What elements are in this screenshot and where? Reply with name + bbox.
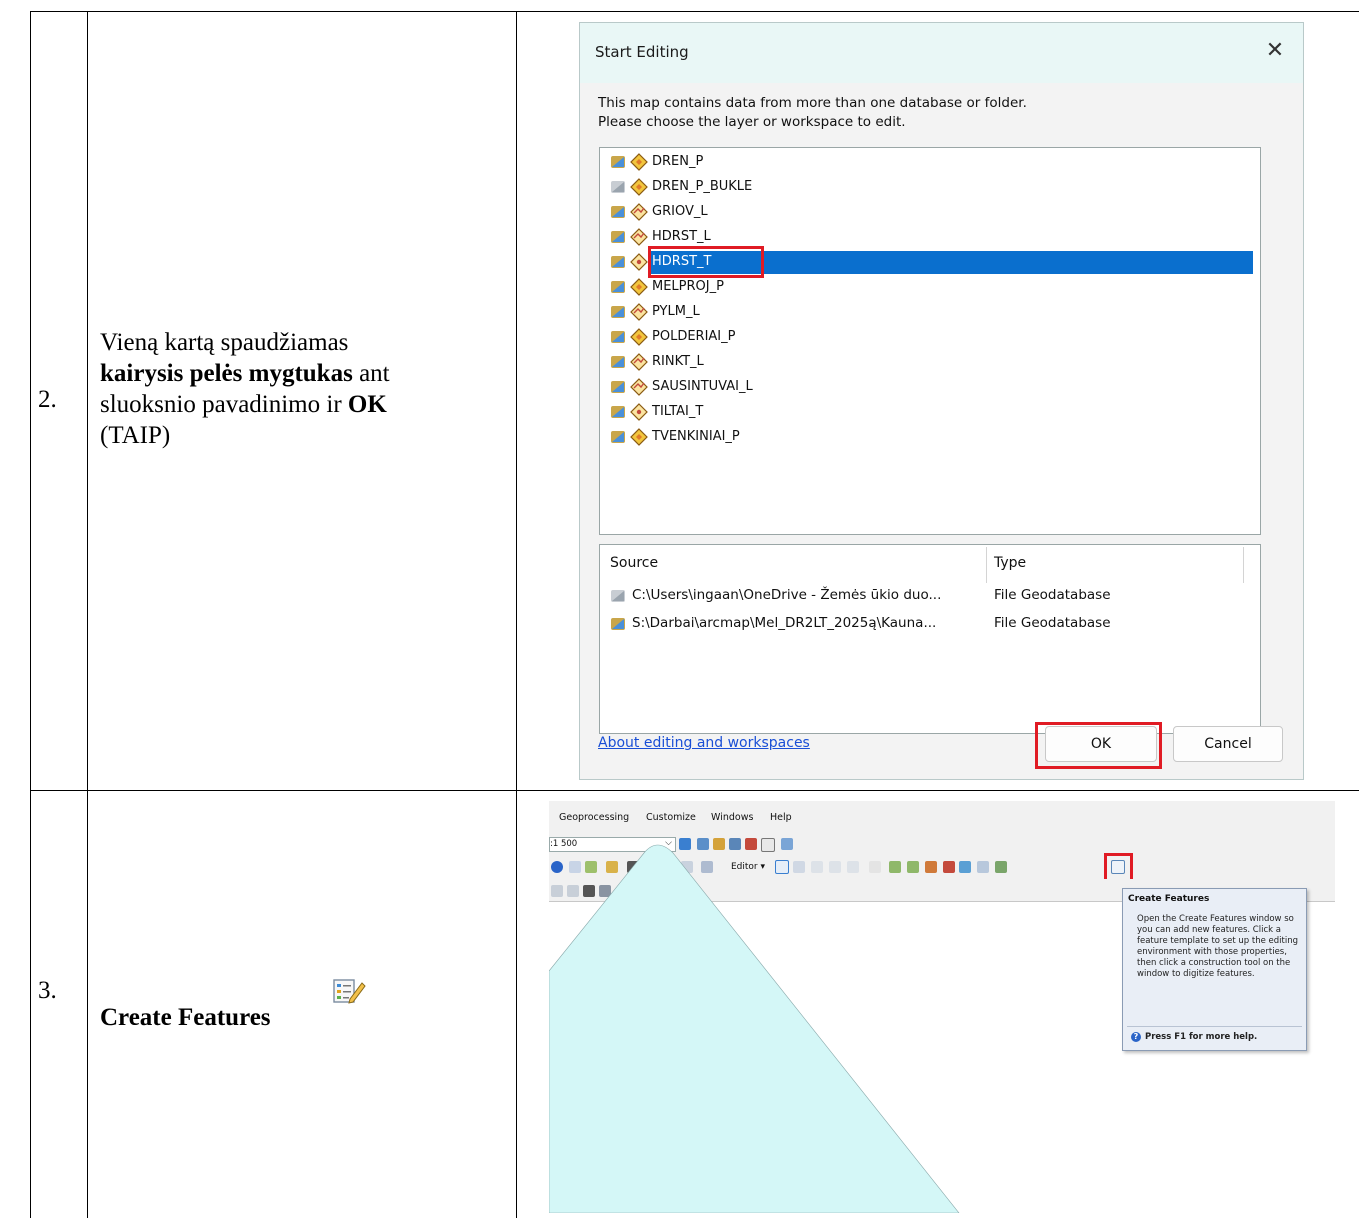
line-feature-class-icon: [630, 303, 648, 321]
help-icon: ?: [1131, 1032, 1141, 1042]
geodatabase-icon: [611, 356, 625, 368]
desc-text: ant: [359, 360, 390, 387]
geodatabase-icon: [611, 306, 625, 318]
geodatabase-icon: [611, 406, 625, 418]
about-editing-link[interactable]: About editing and workspaces: [598, 735, 810, 751]
polygon-feature-class-icon: [630, 178, 648, 196]
point-feature-class-icon: [630, 253, 648, 271]
layer-list[interactable]: DREN_P DREN_P_BUKLE GRIOV_L HDRST_L HDRST_T M…: [599, 147, 1261, 535]
ok-highlight-box: [1035, 722, 1162, 769]
layer-item[interactable]: SAUSINTUVAI_L: [610, 375, 1250, 399]
polygon-feature-class-icon: [630, 328, 648, 346]
geodatabase-icon: [611, 590, 625, 602]
line-feature-class-icon: [630, 353, 648, 371]
geodatabase-icon: [611, 431, 625, 443]
geodatabase-icon: [611, 181, 625, 193]
line-feature-class-icon: [630, 203, 648, 221]
tooltip-body: Open the Create Features window so you c…: [1137, 914, 1298, 979]
source-path: C:\Users\ingaan\OneDrive - Žemės ūkio du…: [632, 587, 942, 603]
tooltip-separator: [1127, 1026, 1302, 1027]
dialog-message-line1: This map contains data from more than on…: [598, 95, 1027, 111]
geodatabase-icon: [611, 381, 625, 393]
col-divider-1: [87, 11, 88, 1218]
layer-item[interactable]: MELPROJ_P: [610, 275, 1250, 299]
column-separator: [986, 547, 987, 583]
line-feature-class-icon: [630, 228, 648, 246]
polygon-feature-class-icon: [630, 153, 648, 171]
desc-emphasis: OK: [347, 391, 387, 418]
geodatabase-icon: [611, 156, 625, 168]
layer-item[interactable]: DREN_P_BUKLE: [610, 175, 1250, 199]
desc-text: sluoksnio pavadinimo ir: [100, 391, 342, 418]
geodatabase-icon: [611, 618, 625, 630]
desc-emphasis: Create Features: [100, 1004, 271, 1031]
dialog-message-line2: Please choose the layer or workspace to …: [598, 114, 906, 130]
start-editing-dialog: Start Editing ✕ This map contains data f…: [579, 22, 1304, 780]
desc-text: Vieną kartą spaudžiamas: [100, 329, 349, 356]
create-features-tooltip: Create Features Open the Create Features…: [1122, 888, 1307, 1051]
row-divider: [30, 790, 1359, 791]
arcmap-window: Geoprocessing Customize Windows Help :1 …: [549, 801, 1335, 1213]
desc-text: (TAIP): [100, 422, 171, 449]
layer-name: TILTAI_T: [652, 404, 704, 419]
dialog-title-bar: Start Editing: [580, 23, 1303, 83]
table-border-top: [30, 11, 1359, 12]
geodatabase-icon: [611, 206, 625, 218]
table-border-left: [30, 11, 31, 1218]
tooltip-title: Create Features: [1128, 894, 1210, 904]
layer-item[interactable]: PYLM_L: [610, 300, 1250, 324]
source-path: S:\Darbai\arcmap\Mel_DR2LT_2025ą\Kauna..…: [632, 615, 937, 631]
line-feature-class-icon: [630, 378, 648, 396]
layer-highlight-box: [648, 246, 764, 278]
layer-item[interactable]: POLDERIAI_P: [610, 325, 1250, 349]
step-description: Vieną kartą spaudžiamas kairysis pelės m…: [100, 327, 500, 451]
layer-name: TVENKINIAI_P: [652, 429, 740, 444]
column-separator: [1243, 547, 1244, 583]
layer-item[interactable]: DREN_P: [610, 150, 1250, 174]
desc-emphasis: kairysis pelės mygtukas: [100, 360, 353, 387]
layer-item[interactable]: GRIOV_L: [610, 200, 1250, 224]
col-divider-2: [516, 11, 517, 1218]
row-number: 3.: [38, 977, 57, 1004]
layer-name: MELPROJ_P: [652, 279, 724, 294]
layer-name: RINKT_L: [652, 354, 704, 369]
source-type: File Geodatabase: [994, 615, 1111, 631]
create-features-icon: [331, 977, 367, 1005]
row-number: 2.: [38, 386, 57, 413]
source-row[interactable]: S:\Darbai\arcmap\Mel_DR2LT_2025ą\Kauna..…: [610, 613, 1250, 635]
point-feature-class-icon: [630, 403, 648, 421]
layer-item[interactable]: TILTAI_T: [610, 400, 1250, 424]
dialog-title: Start Editing: [595, 43, 689, 61]
polygon-feature-class-icon: [630, 278, 648, 296]
step-description: Create Features: [100, 1002, 500, 1033]
close-icon[interactable]: ✕: [1263, 39, 1287, 63]
layer-name: DREN_P: [652, 154, 704, 169]
polygon-feature-class-icon: [630, 428, 648, 446]
source-list[interactable]: Source Type C:\Users\ingaan\OneDrive - Ž…: [599, 544, 1261, 734]
tooltip-help: Press F1 for more help.: [1145, 1032, 1258, 1042]
layer-name: HDRST_L: [652, 229, 711, 244]
type-column-header[interactable]: Type: [994, 555, 1026, 571]
source-column-header[interactable]: Source: [610, 555, 658, 571]
geodatabase-icon: [611, 256, 625, 268]
layer-name: PYLM_L: [652, 304, 700, 319]
layer-name: POLDERIAI_P: [652, 329, 736, 344]
source-row[interactable]: C:\Users\ingaan\OneDrive - Žemės ūkio du…: [610, 585, 1250, 607]
layer-name: SAUSINTUVAI_L: [652, 379, 753, 394]
geodatabase-icon: [611, 231, 625, 243]
layer-name: DREN_P_BUKLE: [652, 179, 753, 194]
layer-item[interactable]: RINKT_L: [610, 350, 1250, 374]
cancel-button[interactable]: Cancel: [1173, 726, 1283, 762]
geodatabase-icon: [611, 281, 625, 293]
layer-item[interactable]: TVENKINIAI_P: [610, 425, 1250, 449]
geodatabase-icon: [611, 331, 625, 343]
layer-name: GRIOV_L: [652, 204, 708, 219]
layer-item[interactable]: HDRST_T: [610, 246, 1253, 278]
source-type: File Geodatabase: [994, 587, 1111, 603]
